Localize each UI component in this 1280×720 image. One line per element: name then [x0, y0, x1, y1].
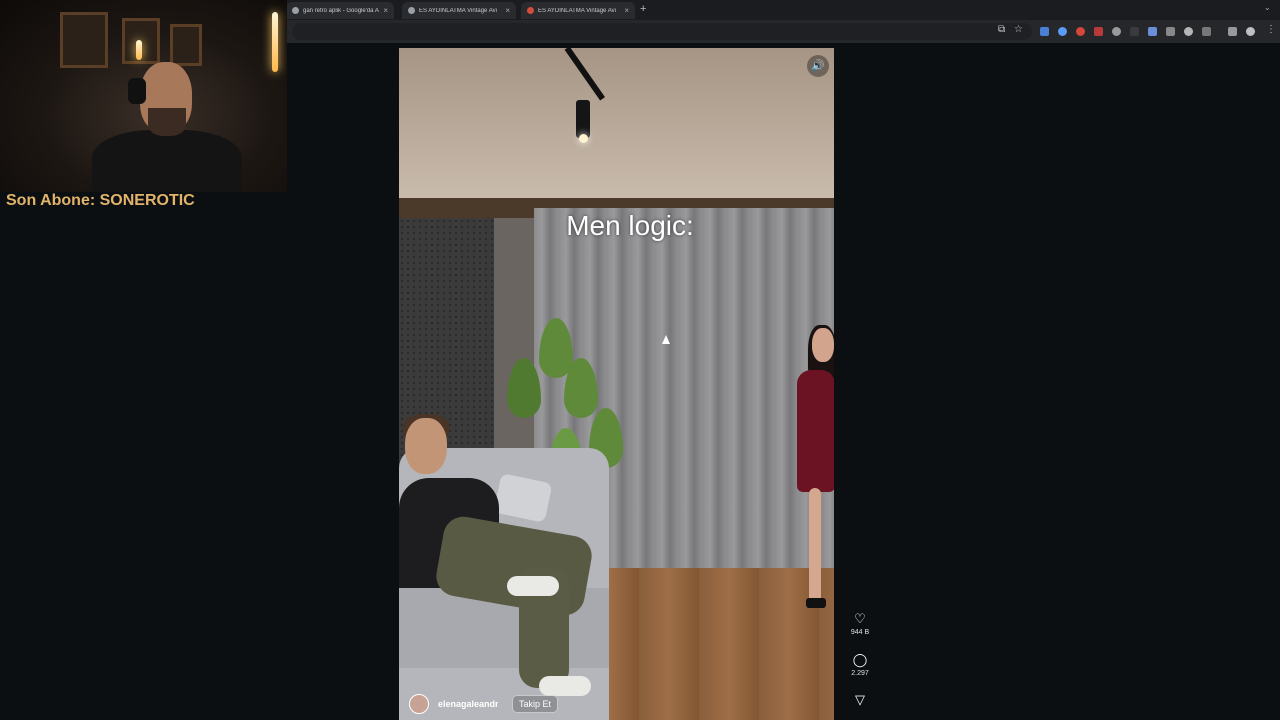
comment-action[interactable]: ◯ 2.297	[843, 652, 877, 677]
streamer-torso	[92, 130, 242, 192]
browser-tab[interactable]: ES AYDINLATMA Vintage Avi ×	[402, 2, 516, 19]
username-link[interactable]: elenagaleandr	[438, 699, 498, 709]
streamer-beard	[148, 108, 186, 136]
headset-icon	[128, 78, 146, 104]
extension-icon[interactable]	[1184, 27, 1193, 36]
spotlight-glow	[579, 134, 588, 143]
tab-title: ES AYDINLATMA Vintage Avi	[538, 7, 616, 14]
extension-icon[interactable]	[1058, 27, 1067, 36]
address-bar[interactable]	[292, 23, 1032, 40]
like-action[interactable]: ♡ 944 B	[843, 611, 877, 636]
google-icon	[292, 7, 299, 14]
extension-icon[interactable]	[1040, 27, 1049, 36]
globe-icon	[408, 7, 415, 14]
tab-title: ES AYDINLATMA Vintage Avi	[419, 7, 497, 14]
browser-tab-active[interactable]: ES AYDINLATMA Vintage Avi ×	[521, 2, 635, 19]
sneaker	[539, 676, 591, 696]
install-icon[interactable]: ⧉	[998, 24, 1005, 35]
comment-count: 2.297	[851, 670, 869, 677]
tab-close-icon[interactable]: ×	[383, 6, 388, 15]
video-ceiling	[399, 48, 834, 198]
avatar[interactable]	[409, 694, 429, 714]
extension-icon[interactable]	[1166, 27, 1175, 36]
tab-close-icon[interactable]: ×	[505, 6, 510, 15]
red-site-icon	[527, 7, 534, 14]
send-icon[interactable]: ▽	[843, 692, 877, 708]
comment-icon[interactable]: ◯	[843, 652, 877, 668]
webcam-overlay	[0, 0, 287, 192]
woman-leg	[809, 488, 821, 603]
neon-lamp	[272, 12, 278, 72]
man-head	[405, 418, 447, 474]
latest-subscriber-label: Son Abone: SONEROTIC	[6, 192, 195, 209]
extension-icon[interactable]	[1130, 27, 1139, 36]
video-caption: Men logic:	[566, 210, 694, 241]
spotlight	[576, 100, 590, 138]
woman-head	[812, 328, 834, 362]
wall-frame	[170, 24, 202, 66]
reel-author: elenagaleandr Takip Et	[409, 694, 559, 714]
wall-frame	[60, 12, 108, 68]
follow-button[interactable]: Takip Et	[512, 695, 559, 713]
sneaker	[507, 576, 559, 596]
tab-title: gan retro aplik - Google'da A	[303, 7, 379, 14]
browser-tab[interactable]: gan retro aplik - Google'da A ×	[286, 2, 394, 19]
extension-icon[interactable]	[1094, 27, 1103, 36]
tab-search-icon[interactable]: ⌄	[1264, 3, 1271, 12]
bookmark-star-icon[interactable]: ☆	[1014, 24, 1023, 35]
neon-lamp	[136, 40, 142, 60]
high-heel	[806, 598, 826, 608]
speaker-icon[interactable]: 🔊	[807, 55, 829, 77]
reading-list-icon[interactable]	[1228, 27, 1237, 36]
extension-icon[interactable]	[1112, 27, 1121, 36]
heart-icon[interactable]: ♡	[843, 611, 877, 627]
tab-close-icon[interactable]: ×	[624, 6, 629, 15]
woman-dress	[797, 370, 834, 492]
new-tab-button[interactable]: +	[640, 3, 646, 15]
browser-menu-icon[interactable]: ⋮	[1266, 24, 1276, 35]
extension-icon[interactable]	[1148, 27, 1157, 36]
like-count: 944 B	[850, 629, 870, 636]
share-action[interactable]: ▽	[843, 692, 877, 708]
profile-avatar-icon[interactable]	[1246, 27, 1255, 36]
extensions-puzzle-icon[interactable]	[1202, 27, 1211, 36]
reel-video[interactable]: Men logic: 🔊 elenagaleandr Takip Et	[399, 48, 834, 720]
extension-icon[interactable]	[1076, 27, 1085, 36]
mouse-cursor	[662, 335, 670, 344]
